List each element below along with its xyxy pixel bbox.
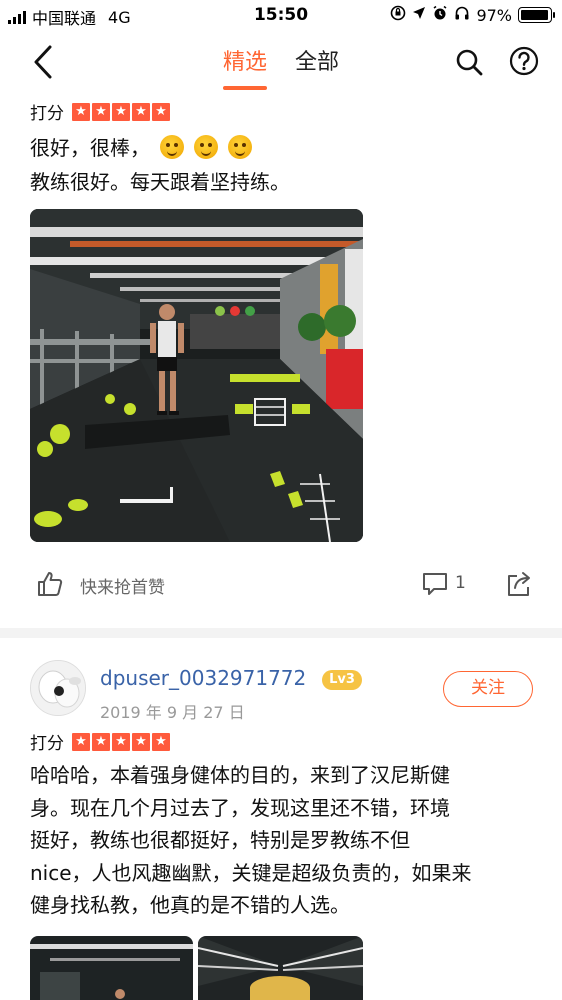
review-1-line-2: 教练很好。每天跟着坚持练。 xyxy=(30,170,290,194)
star-icon: ★ xyxy=(152,732,170,751)
star-icon: ★ xyxy=(132,732,150,751)
star-icon: ★ xyxy=(112,732,130,751)
star-rating: ★ ★ ★ ★ ★ xyxy=(72,102,170,121)
wink-emoji-icon xyxy=(194,135,218,159)
alarm-icon xyxy=(432,5,448,25)
review-2-text: 哈哈哈，本着强身健体的目的，来到了汉尼斯健 身。现在几个月过去了，发现这里还不错… xyxy=(30,759,540,922)
section-divider xyxy=(0,628,562,638)
wink-emoji-icon xyxy=(228,135,252,159)
search-icon[interactable] xyxy=(455,48,483,76)
battery-icon xyxy=(518,7,555,23)
level-badge: Lv3 xyxy=(322,670,362,690)
star-icon: ★ xyxy=(132,102,150,121)
review-1-actions: 快来抢首赞 1 xyxy=(0,566,562,606)
avatar[interactable] xyxy=(30,660,86,716)
review-1-rating: 打分 ★ ★ ★ ★ ★ xyxy=(30,99,170,124)
review-2-line: 健身找私教，他真的是不错的人选。 xyxy=(30,893,350,917)
comment-count: 1 xyxy=(455,573,466,593)
like-prompt[interactable]: 快来抢首赞 xyxy=(80,573,165,598)
help-icon[interactable] xyxy=(509,46,539,76)
nav-bar: 精选 全部 xyxy=(0,30,562,96)
rating-label: 打分 xyxy=(30,734,64,754)
headphones-icon xyxy=(454,5,470,25)
star-rating: ★ ★ ★ ★ ★ xyxy=(72,732,170,751)
review-2-photo-1[interactable] xyxy=(30,936,193,1000)
star-icon: ★ xyxy=(92,732,110,751)
review-1-line-1: 很好，很棒， xyxy=(30,131,540,165)
review-2-rating: 打分 ★ ★ ★ ★ ★ xyxy=(30,729,170,754)
status-right: 97% xyxy=(390,5,555,25)
share-icon[interactable] xyxy=(506,570,532,598)
rotation-lock-icon xyxy=(390,5,406,25)
star-icon: ★ xyxy=(92,102,110,121)
rating-label: 打分 xyxy=(30,104,64,124)
review-2-line: nice，人也风趣幽默，关键是超级负责的，如果来 xyxy=(30,860,472,885)
wink-emoji-icon xyxy=(160,135,184,159)
review-date: 2019 年 9 月 27 日 xyxy=(100,703,245,722)
thumbs-up-icon[interactable] xyxy=(36,570,64,598)
star-icon: ★ xyxy=(72,102,90,121)
follow-button[interactable]: 关注 xyxy=(443,671,533,707)
location-icon xyxy=(412,6,426,24)
review-1-text: 很好，很棒， 教练很好。每天跟着坚持练。 xyxy=(30,131,540,199)
battery-percent: 97% xyxy=(476,5,512,25)
gym-photo[interactable] xyxy=(30,209,363,542)
username[interactable]: dpuser_0032971772 xyxy=(100,666,306,690)
review-2-line: 身。现在几个月过去了，发现这里还不错，环境 xyxy=(30,795,450,820)
review-1-line-1-text: 很好，很棒， xyxy=(30,136,150,160)
comment-icon[interactable] xyxy=(422,572,448,596)
tab-all[interactable]: 全部 xyxy=(295,44,339,90)
star-icon: ★ xyxy=(72,732,90,751)
review-2-photo-2[interactable] xyxy=(198,936,363,1000)
star-icon: ★ xyxy=(152,102,170,121)
status-bar: 中国联通 4G 15:50 97% xyxy=(0,0,562,30)
star-icon: ★ xyxy=(112,102,130,121)
tab-featured[interactable]: 精选 xyxy=(222,44,268,90)
review-2-line: 哈哈哈，本着强身健体的目的，来到了汉尼斯健 xyxy=(30,763,450,787)
review-2-line: 挺好，教练也很都挺好，特别是罗教练不但 xyxy=(30,828,410,852)
